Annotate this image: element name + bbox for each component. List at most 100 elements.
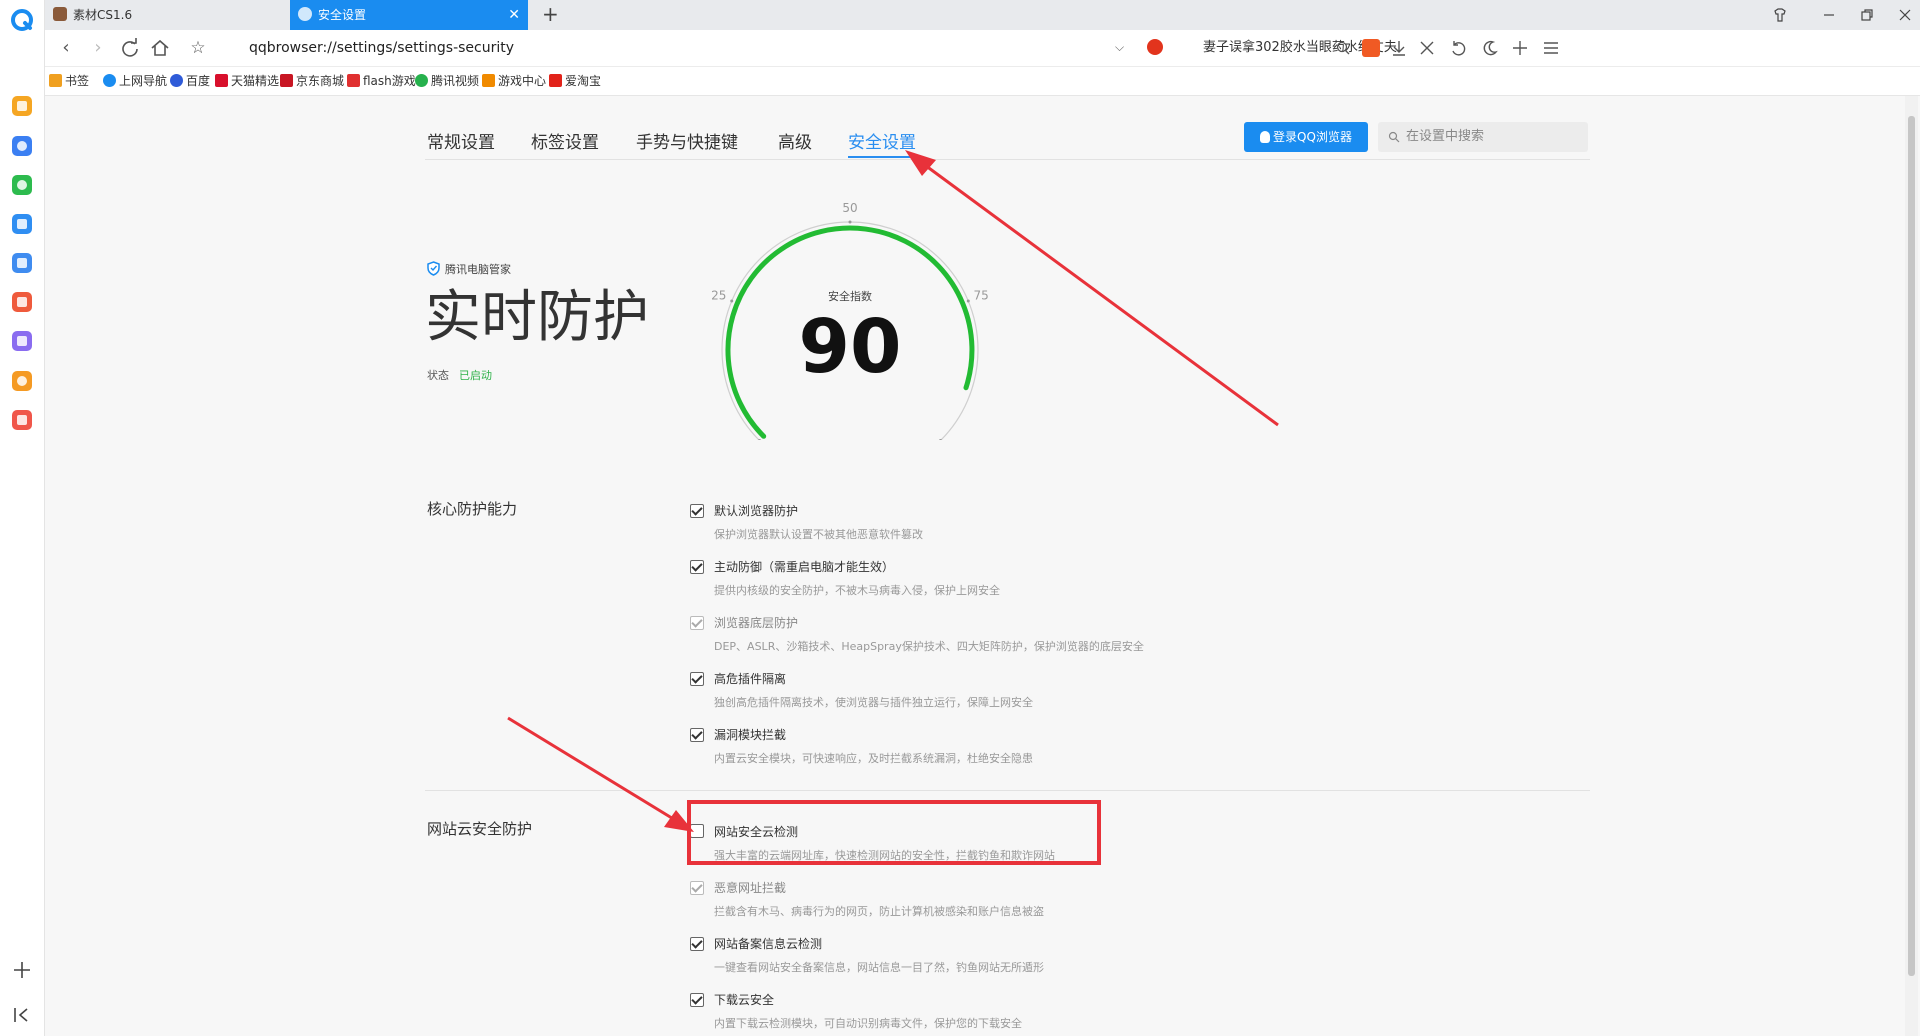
option-desc: 强大丰富的云端网址库，快速检测网站的安全性，拦截钓鱼和欺诈网站 [714, 849, 1055, 862]
option-title: 下载云安全 [714, 993, 775, 1007]
pdf-app-icon[interactable] [12, 292, 32, 312]
skin-icon[interactable] [1772, 7, 1788, 23]
store-app-icon[interactable] [12, 410, 32, 430]
tab-gestures-shortcuts[interactable]: 手势与快捷键 [636, 128, 738, 153]
search-icon [1388, 131, 1400, 143]
gauge-tick-label: 25 [711, 289, 726, 303]
option-desc: 内置下载云检测模块，可自动识别病毒文件，保护您的下载安全 [714, 1017, 1022, 1030]
gauge-tick-dot [848, 220, 852, 224]
notes-app-icon[interactable] [12, 331, 32, 351]
tab-advanced[interactable]: 高级 [778, 128, 812, 153]
tab-security-settings[interactable]: 安全设置 ✕ [290, 0, 528, 30]
plus-icon[interactable] [1511, 39, 1529, 57]
home-icon[interactable] [148, 36, 172, 60]
tab-label: 安全设置 [318, 8, 367, 22]
settings-search-input[interactable]: 在设置中搜索 [1378, 122, 1588, 152]
realtime-protection-title: 实时防护 [425, 285, 649, 350]
new-tab-button[interactable]: + [542, 2, 559, 26]
section-title: 核心防护能力 [427, 500, 518, 518]
add-app-icon[interactable] [10, 958, 34, 982]
url-field[interactable]: qqbrowser://settings/settings-security [249, 30, 514, 66]
qq-browser-logo[interactable] [11, 9, 33, 31]
history-app-icon[interactable] [12, 136, 32, 156]
back-icon[interactable]: ‹ [54, 36, 78, 60]
section-title: 网站云安全防护 [427, 820, 533, 838]
status-value: 已启动 [459, 369, 492, 382]
gauge-tick-label: 75 [974, 289, 989, 303]
gauge-tick-dot [966, 299, 970, 303]
tab-general-settings[interactable]: 常规设置 [427, 128, 495, 153]
flash-game-icon [347, 74, 360, 87]
search-app-icon[interactable] [12, 371, 32, 391]
gauge-tick-label: 50 [842, 201, 857, 215]
collapse-sidebar-icon[interactable] [10, 1005, 34, 1025]
night-mode-icon[interactable] [1481, 39, 1499, 57]
cloud-app-icon[interactable] [12, 253, 32, 273]
option-title: 网站备案信息云检测 [714, 937, 823, 951]
baidu-icon [170, 74, 183, 87]
checkbox[interactable] [690, 560, 704, 574]
undo-close-icon[interactable] [1449, 39, 1467, 57]
forward-icon[interactable]: › [86, 36, 110, 60]
checkbox[interactable] [690, 672, 704, 686]
search-placeholder: 在设置中搜索 [1406, 129, 1485, 144]
option-title: 高危插件隔离 [714, 672, 787, 686]
security-score: 90 [798, 304, 902, 390]
download-icon[interactable] [1390, 39, 1408, 57]
tab-strip: 素材CS1.6 安全设置 ✕ + [45, 0, 1920, 30]
url-dropdown-icon[interactable]: ⌵ [1115, 40, 1124, 55]
translate-icon[interactable] [1362, 39, 1380, 57]
close-tab-icon[interactable]: ✕ [508, 0, 520, 30]
jd-icon [280, 74, 293, 87]
file-transfer-app-icon[interactable] [12, 214, 32, 234]
option-desc: 提供内核级的安全防护，不被木马病毒入侵，保护上网安全 [714, 584, 1000, 597]
main-menu-icon[interactable] [1542, 39, 1560, 57]
screenshot-tool-icon[interactable] [1418, 39, 1436, 57]
tab-security-settings-nav[interactable]: 安全设置 [848, 128, 916, 153]
checkbox[interactable] [690, 993, 704, 1007]
search-engine-icon[interactable] [1147, 39, 1163, 55]
favorites-app-icon[interactable] [12, 96, 32, 116]
scrollbar-track[interactable] [1905, 96, 1918, 1036]
option-desc: 独创高危插件隔离技术，使浏览器与插件独立运行，保障上网安全 [714, 696, 1033, 709]
checkbox[interactable] [690, 504, 704, 518]
taobao-icon [549, 74, 562, 87]
option-title: 主动防御（需重启电脑才能生效） [714, 560, 895, 574]
restore-window-icon[interactable] [1859, 7, 1875, 23]
tab-sucai[interactable]: 素材CS1.6 [45, 0, 290, 30]
option-title: 网站安全云检测 [714, 825, 799, 839]
gauge-tick-dot [730, 299, 734, 303]
tab-tab-settings[interactable]: 标签设置 [531, 128, 599, 153]
option-desc: 拦截含有木马、病毒行为的网页，防止计算机被感染和账户信息被盗 [714, 905, 1044, 918]
option-desc: 保护浏览器默认设置不被其他恶意软件篡改 [714, 528, 923, 541]
star-icon [49, 74, 62, 87]
checkbox-disabled [690, 881, 704, 895]
bookmark-star-icon[interactable]: ☆ [186, 36, 210, 60]
scrollbar-thumb[interactable] [1908, 116, 1915, 976]
option-desc: 内置云安全模块，可快速响应，及时拦截系统漏洞，杜绝安全隐患 [714, 752, 1033, 765]
active-tab-underline [848, 156, 920, 158]
qq-penguin-icon [1260, 131, 1271, 143]
address-toolbar: ‹ › ☆ qqbrowser://settings/settings-secu… [45, 30, 1920, 67]
checkbox[interactable] [690, 728, 704, 742]
status-label: 状态 [427, 369, 449, 382]
option-desc: DEP、ASLR、沙箱技术、HeapSpray保护技术、四大矩阵防护，保护浏览器… [714, 640, 1144, 653]
left-sidebar-rail [0, 0, 45, 1036]
checkbox-disabled [690, 616, 704, 630]
nav-divider [425, 159, 1590, 160]
login-qq-browser-button[interactable]: 登录QQ浏览器 [1244, 122, 1368, 152]
checkbox[interactable] [690, 937, 704, 951]
shield-icon [427, 261, 440, 276]
option-title: 默认浏览器防护 [714, 504, 799, 518]
option-desc: 一键查看网站安全备案信息，网站信息一目了然，钓鱼网站无所遁形 [714, 961, 1044, 974]
minimize-window-icon[interactable] [1821, 7, 1837, 23]
option-title: 浏览器底层防护 [714, 616, 799, 630]
magnifier-icon[interactable] [1335, 40, 1351, 56]
settings-gear-icon [298, 7, 312, 21]
close-window-icon[interactable] [1897, 7, 1913, 23]
wechat-app-icon[interactable] [12, 175, 32, 195]
refresh-icon[interactable] [118, 36, 142, 60]
tmall-icon [215, 74, 228, 87]
checkbox[interactable] [690, 824, 704, 838]
navigation-icon [103, 74, 116, 87]
